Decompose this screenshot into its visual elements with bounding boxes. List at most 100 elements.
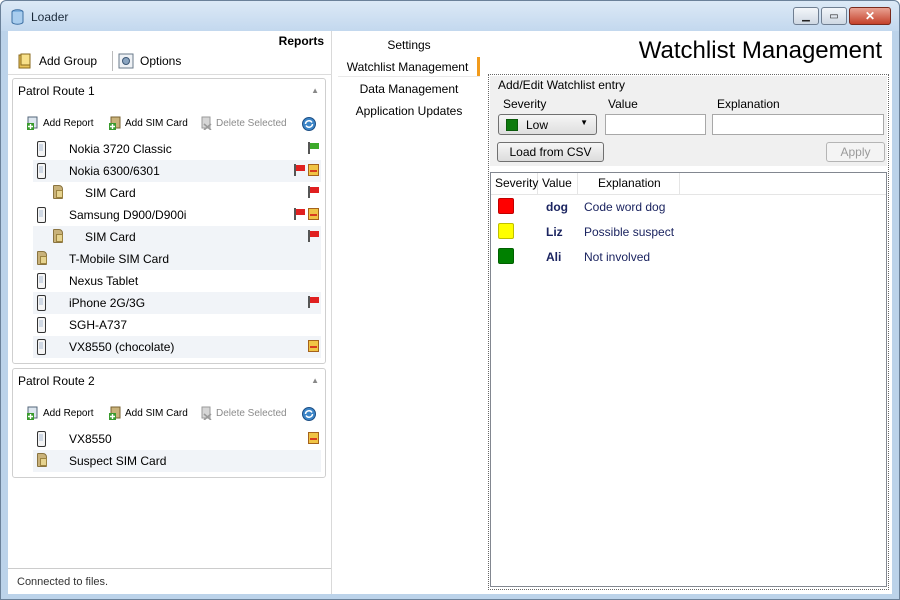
column-header-severity[interactable]: Severity bbox=[491, 173, 538, 194]
device-name: VX8550 bbox=[69, 432, 112, 446]
severity-label: Severity bbox=[503, 97, 547, 111]
device-row[interactable]: Suspect SIM Card bbox=[33, 450, 321, 472]
watchlist-row[interactable]: Ali Not involved bbox=[491, 245, 886, 269]
delete-icon bbox=[201, 116, 212, 130]
toolbar-separator bbox=[112, 51, 113, 71]
maximize-button[interactable]: ▭ bbox=[821, 7, 847, 25]
window-title: Loader bbox=[31, 10, 69, 24]
reports-panel: Reports Add Group Options Patrol Route 1… bbox=[8, 31, 332, 594]
add-sim-card-button[interactable]: Add SIM Card bbox=[109, 116, 188, 130]
red-flag-icon bbox=[293, 208, 305, 220]
status-bar: Connected to files. bbox=[8, 568, 331, 594]
add-report-label: Add Report bbox=[43, 117, 94, 129]
column-header-explanation[interactable]: Explanation bbox=[578, 173, 680, 194]
phone-icon bbox=[37, 273, 46, 289]
nav-item-watchlist-management[interactable]: Watchlist Management bbox=[338, 57, 480, 77]
severity-swatch bbox=[498, 223, 514, 239]
add-sim-card-button[interactable]: Add SIM Card bbox=[109, 406, 188, 420]
device-name: iPhone 2G/3G bbox=[69, 296, 146, 310]
explanation-input[interactable] bbox=[712, 114, 884, 135]
app-window: Loader ▁ ▭ ✕ Reports Add Group Options P… bbox=[0, 0, 900, 600]
device-name: Nokia 3720 Classic bbox=[69, 142, 172, 156]
watchlist-row[interactable]: Liz Possible suspect bbox=[491, 220, 886, 244]
device-flags bbox=[293, 208, 319, 220]
severity-swatch bbox=[498, 248, 514, 264]
device-name: SIM Card bbox=[85, 186, 136, 200]
device-row[interactable]: Nokia 6300/6301 bbox=[33, 160, 321, 182]
device-row[interactable]: iPhone 2G/3G bbox=[33, 292, 321, 314]
column-header-value[interactable]: Value bbox=[538, 173, 578, 194]
watch-explanation: Possible suspect bbox=[584, 225, 675, 239]
content-pane: Watchlist Management Add/Edit Watchlist … bbox=[485, 31, 892, 594]
add-sim-card-icon bbox=[109, 116, 121, 130]
watch-explanation: Code word dog bbox=[584, 200, 666, 214]
report-icon bbox=[308, 208, 319, 220]
apply-button[interactable]: Apply bbox=[826, 142, 885, 162]
device-row[interactable]: SGH-A737 bbox=[33, 314, 321, 336]
close-button[interactable]: ✕ bbox=[849, 7, 891, 25]
severity-dropdown[interactable]: Low ▼ bbox=[498, 114, 597, 135]
device-name: SIM Card bbox=[85, 230, 136, 244]
add-group-label: Add Group bbox=[39, 54, 98, 68]
add-sim-card-icon bbox=[109, 406, 121, 420]
device-row[interactable]: SIM Card bbox=[33, 182, 321, 204]
watch-explanation: Not involved bbox=[584, 250, 651, 264]
device-row[interactable]: SIM Card bbox=[33, 226, 321, 248]
watch-value: dog bbox=[546, 200, 568, 214]
device-row[interactable]: Nokia 3720 Classic bbox=[33, 138, 321, 160]
nav-item-application-updates[interactable]: Application Updates bbox=[338, 101, 480, 121]
add-report-button[interactable]: Add Report bbox=[27, 116, 94, 130]
group-actions: Add Report Add SIM Card Delete Selected bbox=[13, 116, 325, 134]
device-row[interactable]: T-Mobile SIM Card bbox=[33, 248, 321, 270]
options-button[interactable]: Options bbox=[118, 52, 181, 70]
phone-icon bbox=[37, 317, 46, 333]
device-row[interactable]: VX8550 (chocolate) bbox=[33, 336, 321, 358]
reports-toolbar: Reports Add Group Options bbox=[8, 31, 332, 75]
device-row[interactable]: Nexus Tablet bbox=[33, 270, 321, 292]
watch-value: Ali bbox=[546, 250, 562, 264]
load-from-csv-button[interactable]: Load from CSV bbox=[497, 142, 604, 162]
sim-card-icon bbox=[53, 185, 63, 199]
database-icon bbox=[11, 9, 24, 25]
device-row[interactable]: Samsung D900/D900i bbox=[33, 204, 321, 226]
device-name: SGH-A737 bbox=[69, 318, 128, 332]
add-sim-card-label: Add SIM Card bbox=[125, 117, 188, 129]
minimize-button[interactable]: ▁ bbox=[793, 7, 819, 25]
device-flags bbox=[307, 186, 319, 198]
add-group-icon bbox=[18, 53, 31, 69]
watchlist-row[interactable]: dog Code word dog bbox=[491, 195, 886, 219]
delete-selected-button[interactable]: Delete Selected bbox=[200, 116, 287, 130]
delete-icon bbox=[201, 406, 212, 420]
client-area: Reports Add Group Options Patrol Route 1… bbox=[8, 31, 892, 594]
delete-selected-button[interactable]: Delete Selected bbox=[200, 406, 287, 420]
explanation-label: Explanation bbox=[717, 97, 780, 111]
report-icon bbox=[308, 164, 319, 176]
device-name: T-Mobile SIM Card bbox=[69, 252, 170, 266]
nav-item-settings[interactable]: Settings bbox=[338, 35, 480, 55]
add-report-button[interactable]: Add Report bbox=[27, 406, 94, 420]
watchlist-editor: Add/Edit Watchlist entry Severity Value … bbox=[490, 76, 887, 166]
group-title: Patrol Route 1 bbox=[18, 84, 95, 98]
red-flag-icon bbox=[307, 230, 319, 242]
add-group-button[interactable]: Add Group bbox=[17, 52, 97, 70]
watch-value: Liz bbox=[546, 225, 563, 239]
phone-icon bbox=[37, 207, 46, 223]
nav-item-data-management[interactable]: Data Management bbox=[338, 79, 480, 99]
phone-icon bbox=[37, 295, 46, 311]
severity-swatch bbox=[506, 119, 518, 131]
phone-icon bbox=[37, 431, 46, 447]
title-bar[interactable]: Loader ▁ ▭ ✕ bbox=[1, 1, 899, 31]
sync-icon[interactable] bbox=[301, 406, 317, 422]
sim-card-icon bbox=[37, 453, 47, 467]
report-group: Patrol Route 2 ▲ Add Report Add SIM Card… bbox=[12, 368, 326, 478]
sync-icon[interactable] bbox=[301, 116, 317, 132]
collapse-arrow-icon[interactable]: ▲ bbox=[311, 376, 319, 385]
device-name: Samsung D900/D900i bbox=[69, 208, 187, 222]
phone-icon bbox=[37, 339, 46, 355]
device-flags bbox=[293, 164, 319, 176]
watchlist-grid: Severity Value Explanation dog Code word… bbox=[490, 172, 887, 587]
collapse-arrow-icon[interactable]: ▲ bbox=[311, 86, 319, 95]
device-row[interactable]: VX8550 bbox=[33, 428, 321, 450]
value-input[interactable] bbox=[605, 114, 706, 135]
device-name: Nexus Tablet bbox=[69, 274, 139, 288]
